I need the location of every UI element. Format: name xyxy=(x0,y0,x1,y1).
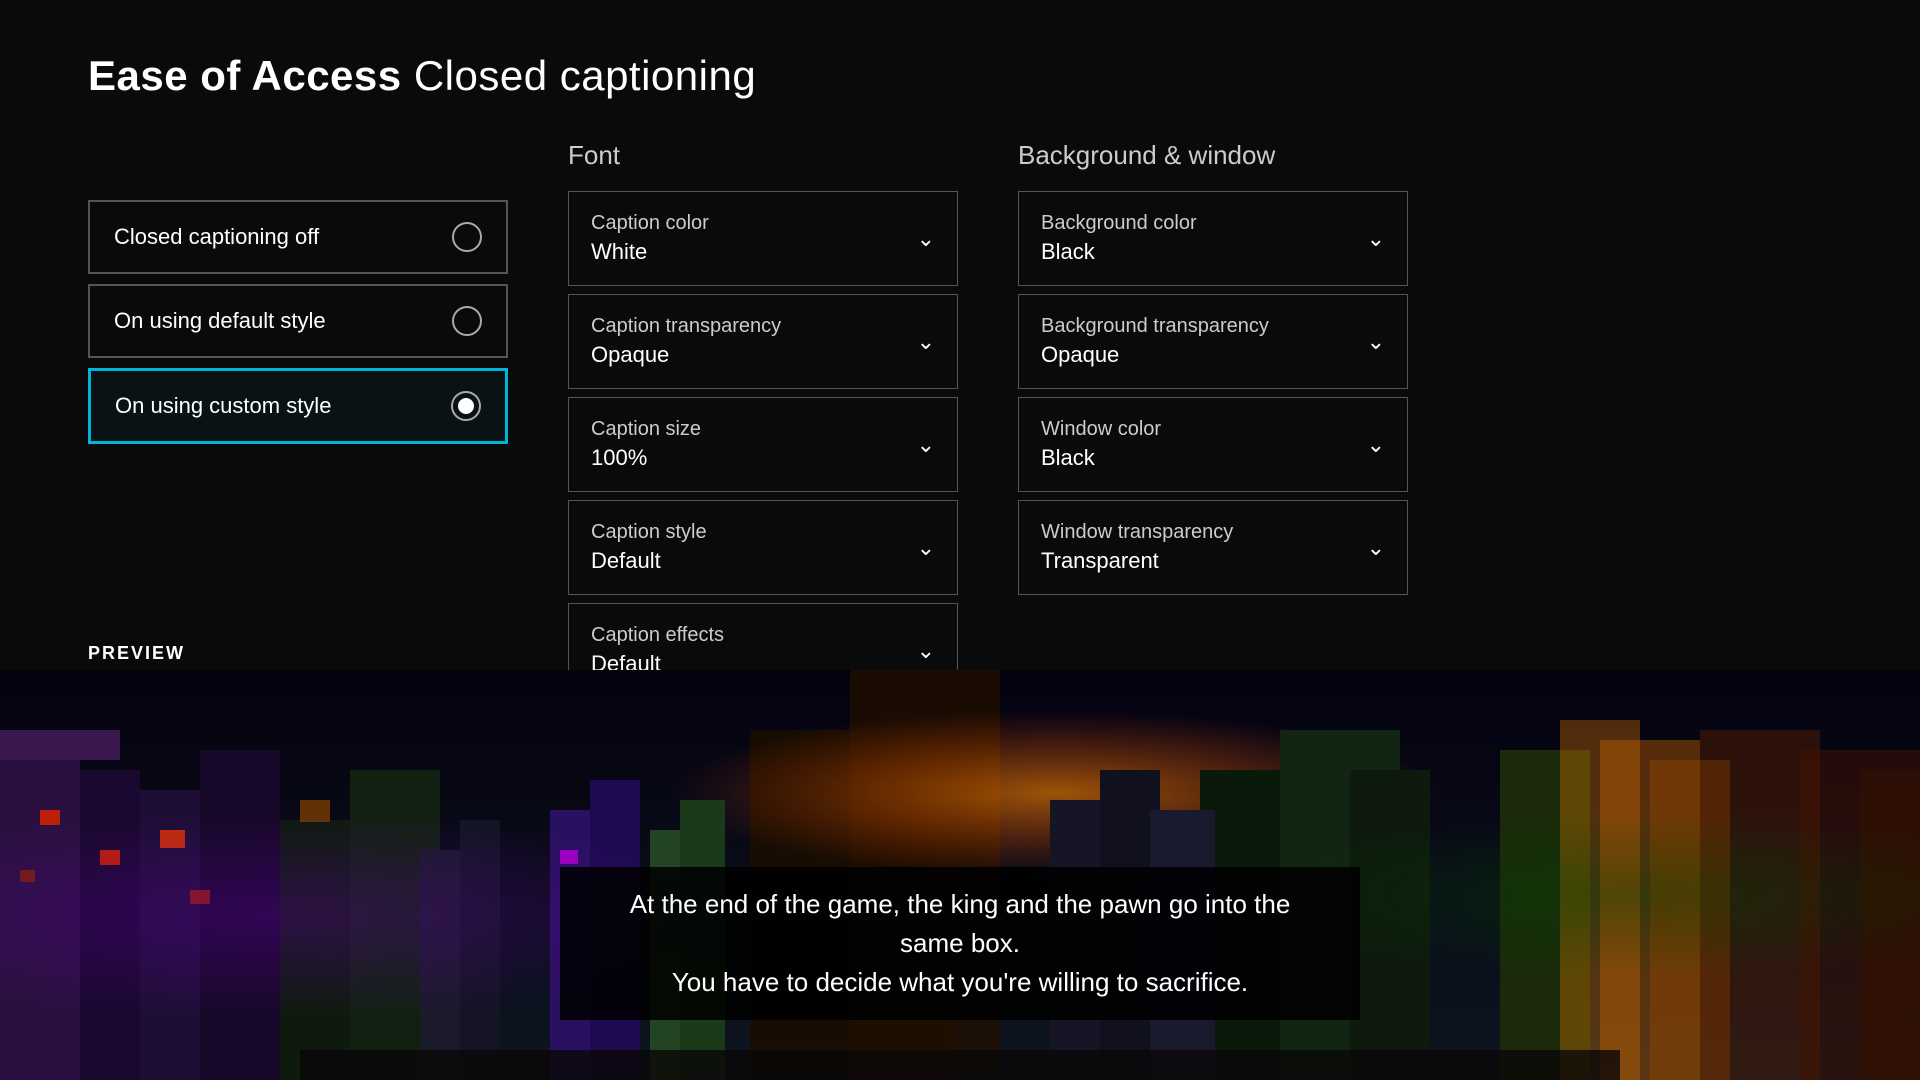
window-transparency-value: Transparent xyxy=(1041,548,1233,574)
radio-column: Closed captioning off On using default s… xyxy=(88,140,508,706)
caption-size-chevron: ⌄ xyxy=(917,432,935,458)
caption-transparency-label: Caption transparency xyxy=(591,315,781,338)
background-color-chevron: ⌄ xyxy=(1367,226,1385,252)
bg-column: Background & window Background color Bla… xyxy=(1018,140,1408,706)
main-content: Closed captioning off On using default s… xyxy=(0,140,1920,706)
background-color-label: Background color xyxy=(1041,212,1197,235)
dropdown-background-color[interactable]: Background color Black ⌄ xyxy=(1018,191,1408,286)
radio-option-default[interactable]: On using default style xyxy=(88,284,508,358)
font-section-header: Font xyxy=(568,140,958,171)
caption-color-label: Caption color xyxy=(591,212,709,235)
radio-off-circle xyxy=(452,222,482,252)
background-transparency-value: Opaque xyxy=(1041,342,1269,368)
dropdown-caption-transparency[interactable]: Caption transparency Opaque ⌄ xyxy=(568,294,958,389)
preview-caption-box: At the end of the game, the king and the… xyxy=(560,867,1360,1020)
caption-style-chevron: ⌄ xyxy=(917,535,935,561)
caption-size-value: 100% xyxy=(591,445,701,471)
preview-section: At the end of the game, the king and the… xyxy=(0,670,1920,1080)
preview-label: PREVIEW xyxy=(0,643,273,664)
page-header: Ease of Access Closed captioning xyxy=(0,0,1920,140)
dropdown-background-transparency[interactable]: Background transparency Opaque ⌄ xyxy=(1018,294,1408,389)
page-title: Closed captioning xyxy=(414,52,756,99)
preview-caption-line2: You have to decide what you're willing t… xyxy=(600,963,1320,1002)
preview-caption-line1: At the end of the game, the king and the… xyxy=(600,885,1320,963)
dropdown-caption-color[interactable]: Caption color White ⌄ xyxy=(568,191,958,286)
radio-custom-label: On using custom style xyxy=(115,393,331,419)
caption-color-value: White xyxy=(591,239,709,265)
radio-custom-circle xyxy=(451,391,481,421)
window-color-label: Window color xyxy=(1041,418,1161,441)
radio-default-label: On using default style xyxy=(114,308,326,334)
window-transparency-chevron: ⌄ xyxy=(1367,535,1385,561)
caption-transparency-chevron: ⌄ xyxy=(917,329,935,355)
font-column: Font Caption color White ⌄ Caption trans… xyxy=(568,140,958,706)
brand-title: Ease of Access xyxy=(88,52,402,99)
preview-background: At the end of the game, the king and the… xyxy=(0,670,1920,1080)
caption-style-label: Caption style xyxy=(591,521,707,544)
dropdown-caption-size[interactable]: Caption size 100% ⌄ xyxy=(568,397,958,492)
dropdown-window-color[interactable]: Window color Black ⌄ xyxy=(1018,397,1408,492)
window-color-value: Black xyxy=(1041,445,1161,471)
caption-style-value: Default xyxy=(591,548,707,574)
dropdown-window-transparency[interactable]: Window transparency Transparent ⌄ xyxy=(1018,500,1408,595)
window-color-chevron: ⌄ xyxy=(1367,432,1385,458)
caption-effects-chevron: ⌄ xyxy=(917,638,935,664)
radio-off-label: Closed captioning off xyxy=(114,224,319,250)
dropdown-caption-style[interactable]: Caption style Default ⌄ xyxy=(568,500,958,595)
caption-effects-label: Caption effects xyxy=(591,624,724,647)
background-transparency-label: Background transparency xyxy=(1041,315,1269,338)
caption-size-label: Caption size xyxy=(591,418,701,441)
background-color-value: Black xyxy=(1041,239,1197,265)
caption-transparency-value: Opaque xyxy=(591,342,781,368)
radio-option-off[interactable]: Closed captioning off xyxy=(88,200,508,274)
caption-color-chevron: ⌄ xyxy=(917,226,935,252)
bg-section-header: Background & window xyxy=(1018,140,1408,171)
background-transparency-chevron: ⌄ xyxy=(1367,329,1385,355)
radio-default-circle xyxy=(452,306,482,336)
radio-option-custom[interactable]: On using custom style xyxy=(88,368,508,444)
window-transparency-label: Window transparency xyxy=(1041,521,1233,544)
